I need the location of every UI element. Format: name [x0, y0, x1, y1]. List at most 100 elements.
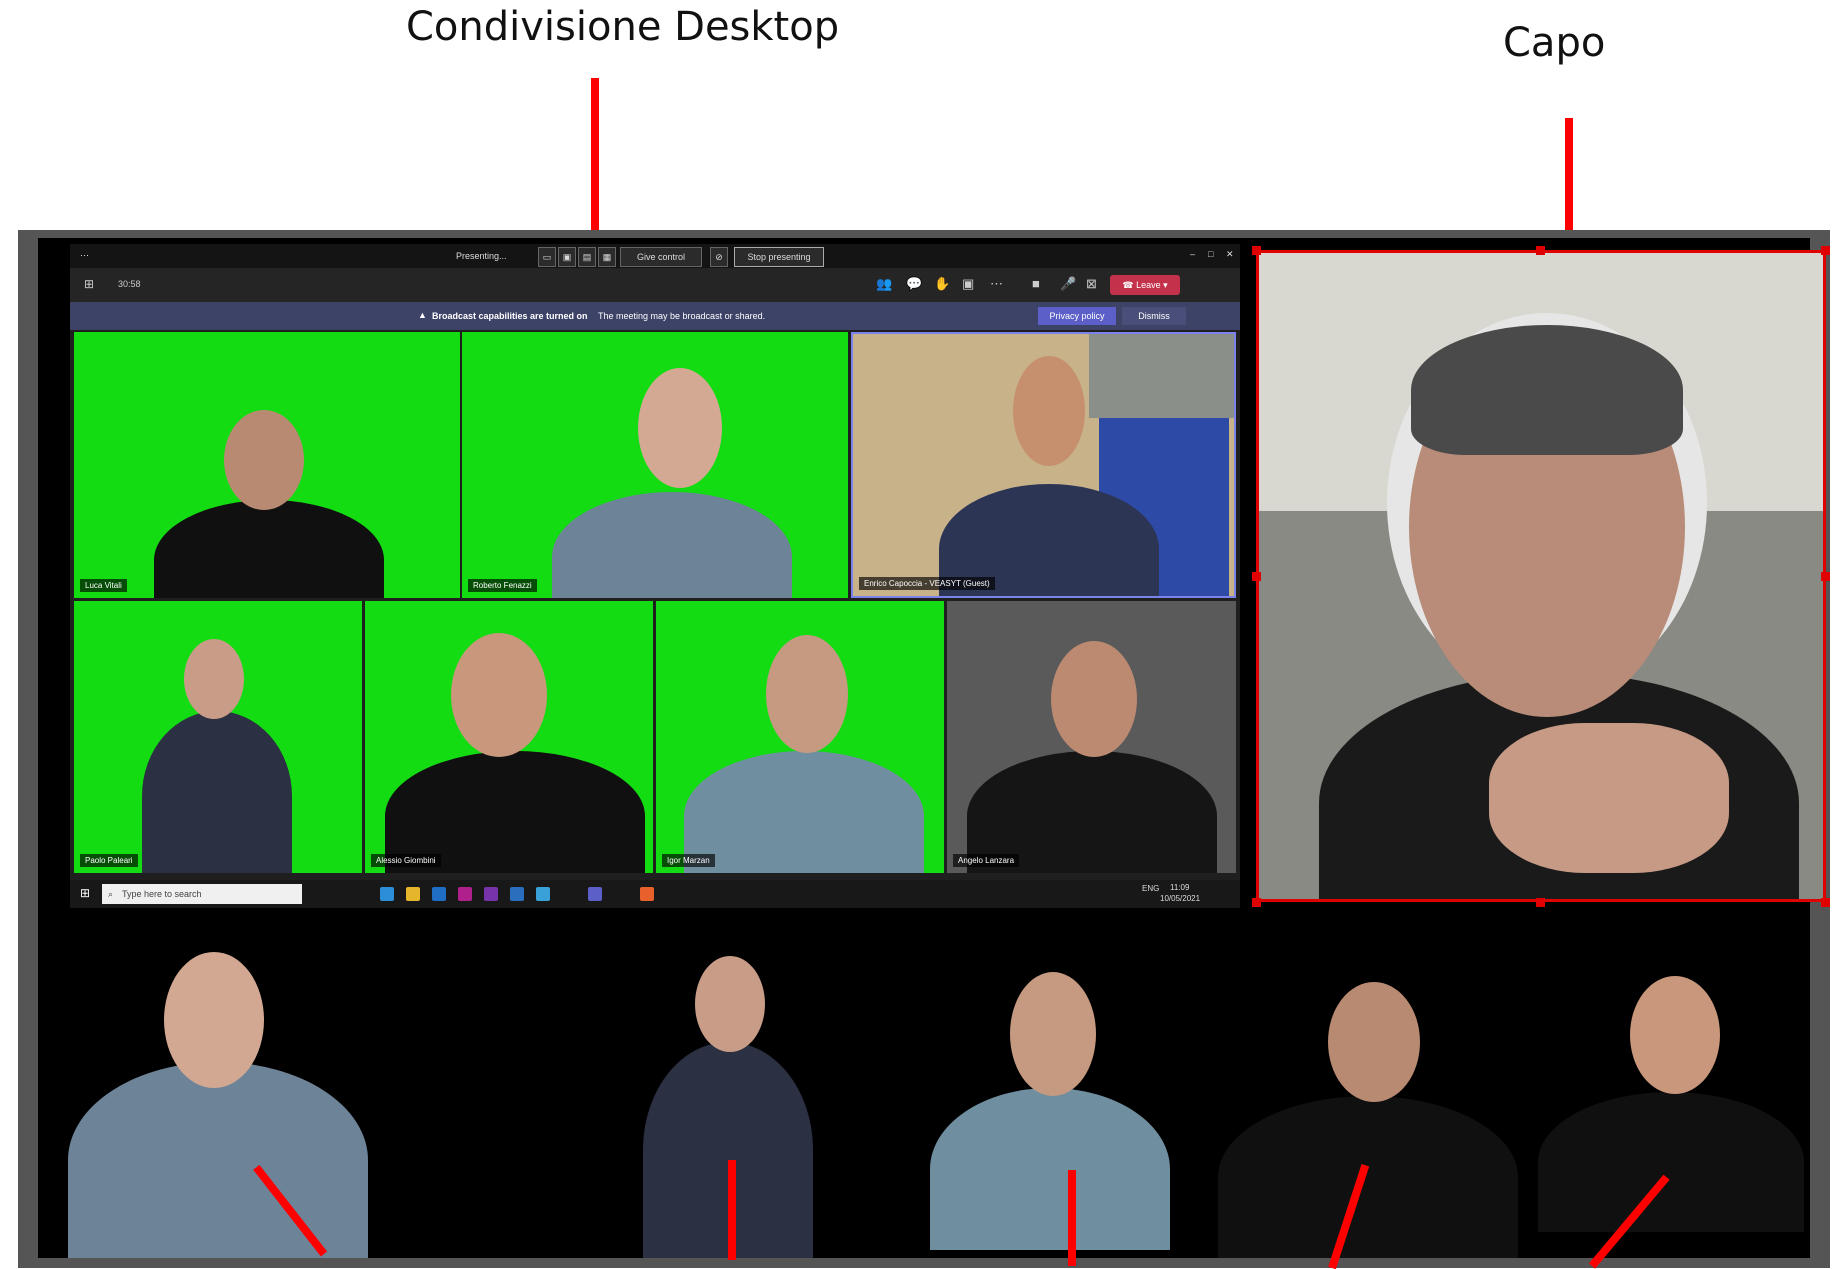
person-body [552, 492, 792, 598]
person-body [1218, 1096, 1518, 1258]
composite-canvas: ⋯ Presenting... ▭ ▣ ▤ ▦ Give control ⊘ S… [38, 238, 1830, 1258]
reactions-icon[interactable]: ✋ [934, 276, 950, 292]
give-control-dropdown[interactable]: Give control [620, 247, 702, 267]
person-body [154, 500, 384, 598]
grid-icon[interactable]: ⊞ [84, 277, 94, 291]
participant-tile[interactable]: Enrico Capoccia - VEASYT (Guest) [851, 332, 1236, 598]
outer-frame: ⋯ Presenting... ▭ ▣ ▤ ▦ Give control ⊘ S… [18, 230, 1830, 1269]
phone-icon: ☎ [1122, 280, 1137, 290]
person-head [1013, 356, 1085, 466]
participant-name: Paolo Paleari [80, 854, 138, 867]
tray-date[interactable]: 10/05/2021 [1160, 894, 1200, 903]
person-head [1051, 641, 1137, 757]
participant-tile[interactable]: Angelo Lanzara [947, 601, 1236, 873]
person-body [684, 751, 924, 873]
more-icon[interactable]: ⋯ [80, 250, 89, 261]
outlook-icon[interactable] [432, 887, 446, 901]
participant-name: Igor Marzan [662, 854, 715, 867]
participant-name: Roberto Fenazzi [468, 579, 537, 592]
resize-handle[interactable] [1821, 572, 1830, 581]
person-hands [1489, 723, 1729, 873]
tray-time[interactable]: 11:09 [1170, 883, 1189, 892]
mic-icon[interactable]: 🎤 [1060, 276, 1076, 292]
self-view [1089, 334, 1234, 418]
keyed-participant [1538, 976, 1804, 1232]
search-placeholder: Type here to search [122, 889, 202, 899]
resize-handle[interactable] [1536, 246, 1545, 255]
windows-taskbar: ⊞ ⌕ Type here to search ENG 11:09 10/05/… [70, 880, 1240, 908]
teams-window: ⋯ Presenting... ▭ ▣ ▤ ▦ Give control ⊘ S… [70, 244, 1240, 908]
taskbar-search[interactable]: ⌕ Type here to search [102, 884, 302, 904]
mail-icon[interactable] [510, 887, 524, 901]
boss-video [1256, 250, 1826, 902]
resize-handle[interactable] [1821, 898, 1830, 907]
banner-text: The meeting may be broadcast or shared. [598, 311, 766, 321]
leave-label: Leave [1136, 280, 1161, 290]
people-icon[interactable]: 👥 [876, 276, 892, 292]
onenote-icon[interactable] [484, 887, 498, 901]
arrow-participant [1068, 1170, 1076, 1266]
participant-tile[interactable]: Roberto Fenazzi [462, 332, 848, 598]
banner-title: Broadcast capabilities are turned on [432, 311, 588, 321]
person-head [451, 633, 547, 757]
person-head [638, 368, 722, 488]
app-icon[interactable] [536, 887, 550, 901]
maximize-icon[interactable]: □ [1208, 249, 1213, 259]
person-body [930, 1088, 1170, 1250]
person-head [1630, 976, 1720, 1094]
layout-button[interactable]: ▣ [558, 247, 576, 267]
person-body [1538, 1092, 1804, 1232]
teams-icon[interactable] [588, 887, 602, 901]
annotate-button[interactable]: ⊘ [710, 247, 728, 267]
person-body [68, 1062, 368, 1258]
app-icon[interactable] [458, 887, 472, 901]
share-icon[interactable]: ⊠ [1086, 276, 1097, 292]
arrow-participant [728, 1160, 736, 1260]
rooms-icon[interactable]: ▣ [962, 276, 974, 292]
layout-button[interactable]: ▤ [578, 247, 596, 267]
participant-name: Angelo Lanzara [953, 854, 1020, 867]
camera-icon[interactable]: ■ [1032, 276, 1040, 291]
resize-handle[interactable] [1821, 246, 1830, 255]
presenting-bar: ⋯ Presenting... ▭ ▣ ▤ ▦ Give control ⊘ S… [70, 244, 1240, 268]
person-head [766, 635, 848, 753]
annotation-boss: Capo [1503, 20, 1606, 66]
person-body [142, 711, 292, 873]
participant-name: Alessio Giombini [371, 854, 441, 867]
privacy-policy-button[interactable]: Privacy policy [1038, 307, 1116, 325]
windows-start-icon[interactable]: ⊞ [80, 886, 90, 900]
resize-handle[interactable] [1252, 572, 1261, 581]
layout-button[interactable]: ▦ [598, 247, 616, 267]
person-head [184, 639, 244, 719]
resize-handle[interactable] [1536, 898, 1545, 907]
chat-icon[interactable]: 💬 [906, 276, 922, 292]
participant-tile[interactable]: Igor Marzan [656, 601, 944, 873]
participant-tile[interactable]: Alessio Giombini [365, 601, 653, 873]
person-head [1010, 972, 1096, 1096]
person-head [695, 956, 765, 1052]
leave-button[interactable]: ☎ Leave ▾ [1110, 275, 1180, 295]
resize-handle[interactable] [1252, 246, 1261, 255]
dismiss-button[interactable]: Dismiss [1122, 307, 1186, 325]
keyed-participant [68, 942, 368, 1258]
resize-handle[interactable] [1252, 898, 1261, 907]
stop-presenting-button[interactable]: Stop presenting [734, 247, 824, 267]
participant-tile[interactable]: Paolo Paleari [74, 601, 362, 873]
person-head [224, 410, 304, 510]
tray-language[interactable]: ENG [1142, 884, 1159, 893]
person-hair [1411, 325, 1683, 455]
minimize-icon[interactable]: – [1190, 249, 1195, 259]
meeting-toolbar: ⊞ 30:58 👥 💬 ✋ ▣ ⋯ ■ 🎤 ⊠ ☎ Leave ▾ [70, 268, 1240, 302]
edge-icon[interactable] [380, 887, 394, 901]
close-icon[interactable]: ✕ [1226, 249, 1234, 260]
keyed-participant [930, 964, 1170, 1250]
warning-icon: ▲ [418, 310, 427, 320]
participant-tile[interactable]: Luca Vitali [74, 332, 460, 598]
more-icon[interactable]: ⋯ [990, 276, 1003, 292]
keyed-participant [1218, 982, 1518, 1258]
presenting-status: Presenting... [456, 251, 507, 261]
firefox-icon[interactable] [640, 887, 654, 901]
layout-button[interactable]: ▭ [538, 247, 556, 267]
participant-name: Luca Vitali [80, 579, 127, 592]
folder-icon[interactable] [406, 887, 420, 901]
